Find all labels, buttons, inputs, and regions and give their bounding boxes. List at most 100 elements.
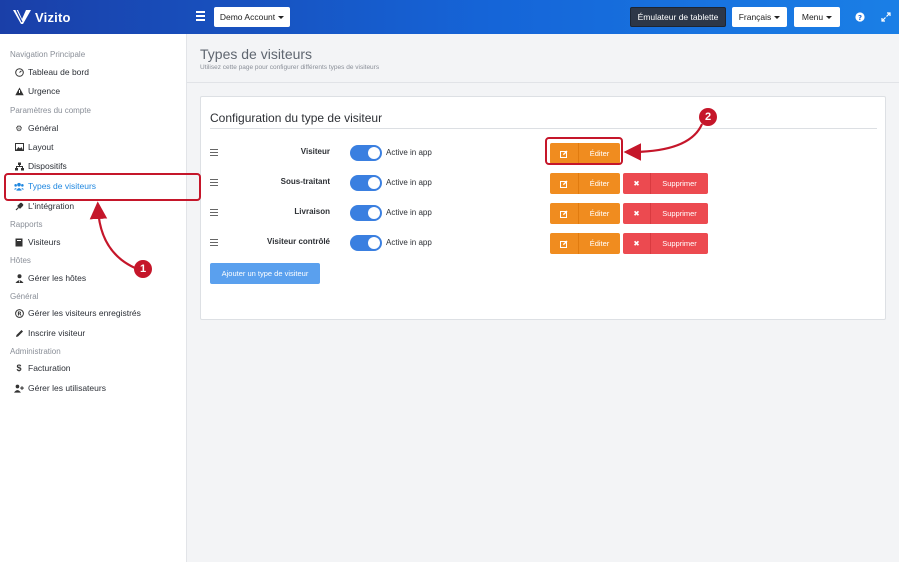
- drag-handle-icon[interactable]: [210, 209, 218, 218]
- active-toggle[interactable]: [350, 205, 382, 221]
- sidebar-item-label: Inscrire visiteur: [28, 328, 86, 338]
- svg-text:?: ?: [857, 13, 861, 21]
- sidebar-item-dispositifs[interactable]: Dispositifs: [14, 159, 67, 173]
- sidebar-item-integration[interactable]: L'intégration: [14, 199, 74, 213]
- logo[interactable]: Vizito: [12, 8, 71, 26]
- edit-button[interactable]: Éditer: [550, 203, 620, 224]
- main-menu-dropdown[interactable]: Menu: [794, 7, 840, 27]
- delete-button[interactable]: ✖ Supprimer: [623, 203, 708, 224]
- menu-label: Menu: [801, 12, 824, 22]
- edit-icon: [550, 143, 579, 164]
- edit-button[interactable]: Éditer: [550, 143, 620, 164]
- sidebar-section-title: Paramètres du compte: [10, 106, 91, 115]
- sidebar-item-urgence[interactable]: Urgence: [14, 84, 60, 98]
- gear-icon: ⚙: [15, 123, 23, 133]
- chevron-down-icon: [278, 15, 285, 19]
- account-label: Demo Account: [219, 12, 276, 22]
- sidebar-item-label: Gérer les visiteurs enregistrés: [28, 308, 141, 318]
- active-toggle[interactable]: [350, 145, 382, 161]
- card-title: Configuration du type de visiteur: [210, 111, 383, 125]
- warning-icon: [14, 86, 24, 96]
- toggle-label: Active in app: [386, 238, 432, 247]
- edit-button[interactable]: Éditer: [550, 233, 620, 254]
- delete-button[interactable]: ✖ Supprimer: [623, 173, 708, 194]
- table-row: Visiteur contrôlé Active in app Éditer ✖…: [201, 232, 887, 254]
- sidebar-item-facturation[interactable]: $ Facturation: [14, 361, 71, 375]
- visitor-type-name: Sous-traitant: [280, 177, 330, 186]
- sidebar-item-label: Général: [28, 123, 59, 133]
- close-icon: ✖: [623, 203, 651, 224]
- sidebar-section-title: Administration: [10, 347, 61, 356]
- edit-label: Éditer: [589, 209, 610, 218]
- sidebar-item-label: Tableau de bord: [28, 67, 89, 77]
- image-icon: [14, 142, 24, 152]
- table-row: Sous-traitant Active in app Éditer ✖ Sup…: [201, 172, 887, 194]
- edit-icon: [550, 233, 579, 254]
- table-row: Livraison Active in app Éditer ✖ Supprim…: [201, 202, 887, 224]
- sidebar-section-title: Général: [10, 292, 39, 301]
- app-name: Vizito: [35, 9, 71, 25]
- drag-handle-icon[interactable]: [210, 239, 218, 248]
- sidebar-item-gerer-les-visiteurs-enregistres[interactable]: R Gérer les visiteurs enregistrés: [14, 306, 141, 320]
- gauge-icon: [14, 67, 24, 77]
- sidebar-item-inscrire-visiteur[interactable]: Inscrire visiteur: [14, 326, 85, 340]
- step-badge-2: 2: [699, 108, 717, 126]
- active-toggle[interactable]: [350, 175, 382, 191]
- expand-icon[interactable]: [879, 10, 892, 23]
- edit-icon: [550, 203, 579, 224]
- chevron-down-icon: [774, 15, 781, 19]
- drag-handle-icon[interactable]: [210, 149, 218, 158]
- tablet-emulator-button[interactable]: Émulateur de tablette: [630, 7, 726, 27]
- close-icon: ✖: [623, 173, 651, 194]
- edit-label: Éditer: [589, 239, 610, 248]
- plug-icon: [14, 201, 24, 211]
- sidebar-section-title: Navigation Principale: [10, 50, 86, 59]
- page-header: Types de visiteurs Utilisez cette page p…: [187, 34, 899, 83]
- sidebar-item-label: Gérer les hôtes: [28, 273, 87, 283]
- sitemap-icon: [14, 161, 24, 171]
- users-icon: [14, 181, 24, 191]
- user-plus-icon: [14, 383, 24, 393]
- vizito-logo-icon: [13, 9, 31, 24]
- top-bar: Vizito Demo Account Émulateur de tablett…: [0, 0, 899, 34]
- sidebar-item-tableau-de-bord[interactable]: Tableau de bord: [14, 65, 89, 79]
- tablet-emulator-label: Émulateur de tablette: [637, 12, 719, 22]
- sidebar-item-gerer-les-utilisateurs[interactable]: Gérer les utilisateurs: [14, 381, 106, 395]
- delete-label: Supprimer: [662, 179, 697, 188]
- sidebar-item-gerer-les-hotes[interactable]: Gérer les hôtes: [14, 271, 86, 285]
- divider: [210, 128, 877, 129]
- sidebar-item-label: Types de visiteurs: [28, 181, 97, 191]
- sidebar-item-label: Facturation: [28, 363, 71, 373]
- edit-label: Éditer: [589, 179, 610, 188]
- edit-label: Éditer: [589, 149, 610, 158]
- page-subtitle: Utilisez cette page pour configurer diff…: [200, 64, 380, 71]
- sidebar-section-title: Hôtes: [10, 256, 31, 265]
- language-dropdown[interactable]: Français: [732, 7, 787, 27]
- language-label: Français: [738, 12, 772, 22]
- menu-toggle-icon[interactable]: [196, 11, 205, 21]
- pencil-icon: [14, 328, 24, 338]
- visitor-type-name: Visiteur: [300, 147, 330, 156]
- sidebar-item-label: Urgence: [28, 86, 61, 96]
- sidebar-item-label: Layout: [28, 142, 54, 152]
- dollar-icon: $: [16, 363, 22, 373]
- delete-button[interactable]: ✖ Supprimer: [623, 233, 708, 254]
- edit-button[interactable]: Éditer: [550, 173, 620, 194]
- table-row: Visiteur Active in app Éditer: [201, 142, 887, 164]
- delete-label: Supprimer: [662, 209, 697, 218]
- sidebar-item-layout[interactable]: Layout: [14, 140, 54, 154]
- delete-label: Supprimer: [662, 239, 697, 248]
- sidebar-item-general[interactable]: ⚙ Général: [14, 121, 58, 135]
- sidebar-item-label: Visiteurs: [28, 237, 61, 247]
- step-badge-1: 1: [134, 260, 152, 278]
- add-visitor-type-button[interactable]: Ajouter un type de visiteur: [210, 263, 320, 284]
- account-dropdown[interactable]: Demo Account: [214, 7, 290, 27]
- drag-handle-icon[interactable]: [210, 179, 218, 188]
- visitor-type-config-card: Configuration du type de visiteur Visite…: [200, 96, 886, 320]
- sidebar-item-label: Dispositifs: [28, 161, 67, 171]
- sidebar-item-types-de-visiteurs[interactable]: Types de visiteurs: [14, 179, 96, 193]
- sidebar-item-visiteurs[interactable]: Visiteurs: [14, 235, 60, 249]
- question-icon[interactable]: ?: [853, 10, 866, 23]
- active-toggle[interactable]: [350, 235, 382, 251]
- toggle-label: Active in app: [386, 208, 432, 217]
